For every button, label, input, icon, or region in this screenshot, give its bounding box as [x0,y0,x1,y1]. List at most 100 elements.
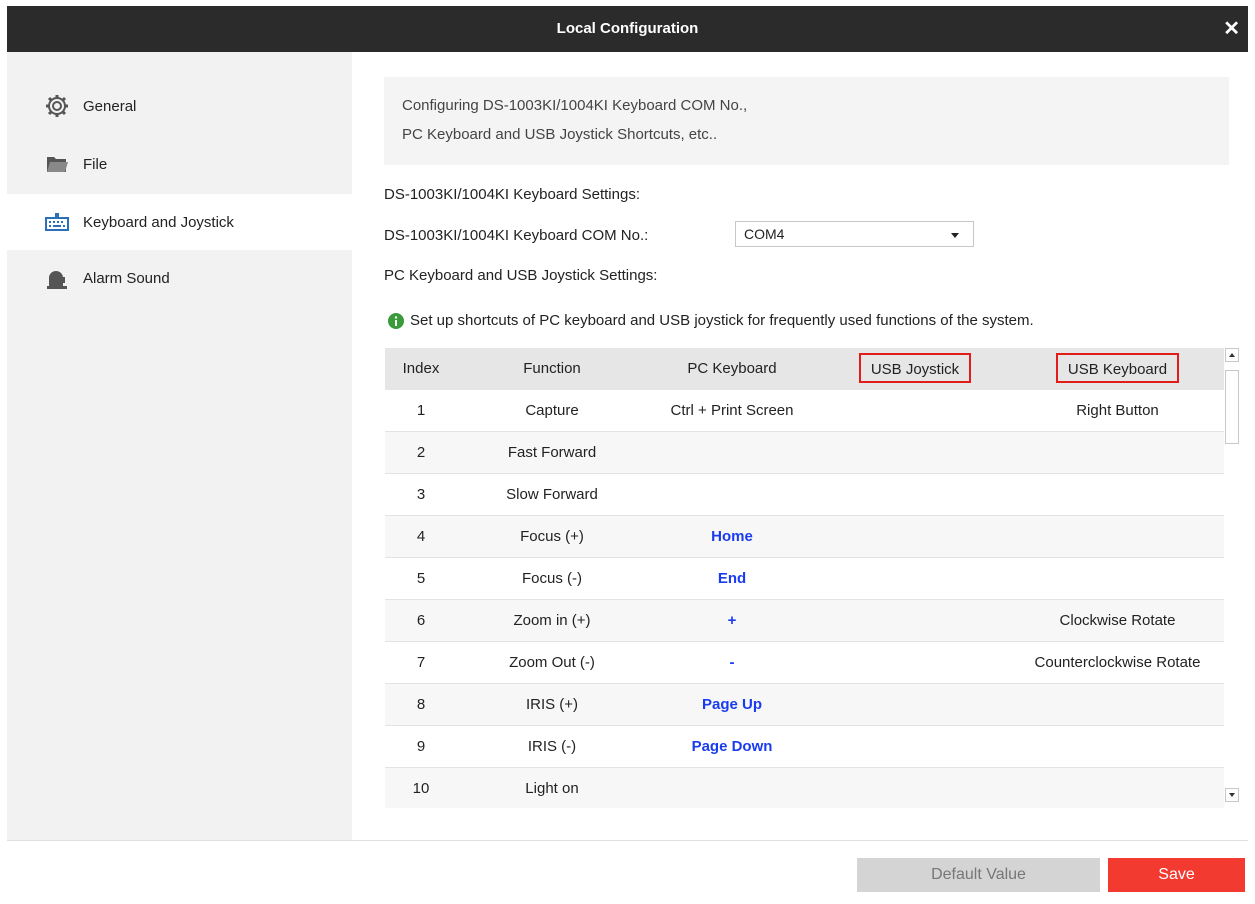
cell-usb-joystick[interactable] [840,516,990,558]
scroll-up-icon[interactable] [1225,348,1239,362]
cell-function: Slow Forward [506,486,598,503]
com-select-value: COM4 [744,226,785,242]
cell-usb-joystick[interactable] [840,558,990,600]
cell-usb-keyboard[interactable] [1010,474,1225,516]
cell-index: 7 [416,654,426,671]
table-row[interactable]: 3 Slow Forward [385,474,1225,516]
cell-pc-keyboard[interactable]: Home [647,516,817,558]
cell-usb-keyboard[interactable] [1010,516,1225,558]
column-header-label: USB Joystick [858,353,972,384]
column-header-label: USB Keyboard [1055,353,1180,384]
main-panel: Configuring DS-1003KI/1004KI Keyboard CO… [352,52,1248,840]
cell-pc-keyboard[interactable]: + [647,600,817,642]
cell-usb-joystick[interactable] [840,642,990,684]
cell-usb-keyboard[interactable]: Counterclockwise Rotate [1010,642,1225,684]
cell-usb-joystick[interactable] [840,726,990,768]
description-line: Configuring DS-1003KI/1004KI Keyboard CO… [402,97,748,114]
cell-function: Capture [525,402,579,419]
cell-usb-joystick[interactable] [840,474,990,516]
cell-usb-keyboard[interactable] [1010,768,1225,808]
table-row[interactable]: 7 Zoom Out (-) - Counterclockwise Rotate [385,642,1225,684]
cell-usb-keyboard[interactable] [1010,726,1225,768]
table-header: Index Function PC Keyboard USB Joystick … [385,348,1225,390]
sidebar-item-alarm-sound[interactable]: Alarm Sound [7,250,352,306]
table-row[interactable]: 4 Focus (+) Home [385,516,1225,558]
cell-function: Light on [525,780,579,797]
table-scrollbar[interactable] [1224,348,1240,808]
cell-usb-keyboard[interactable] [1010,432,1225,474]
com-label: DS-1003KI/1004KI Keyboard COM No.: [384,227,649,244]
description-line: PC Keyboard and USB Joystick Shortcuts, … [402,126,718,143]
cell-pc-keyboard[interactable]: End [647,558,817,600]
cell-index: 3 [416,486,426,503]
cell-function: Focus (+) [520,528,584,545]
title-bar: Local Configuration ✕ [7,6,1248,52]
column-header-usb-keyboard: USB Keyboard [1010,348,1225,390]
scroll-down-icon[interactable] [1225,788,1239,802]
default-value-button[interactable]: Default Value [857,858,1100,892]
cell-usb-keyboard[interactable]: Clockwise Rotate [1010,600,1225,642]
sidebar: General File Keyboard and Joystick Alarm… [7,52,352,840]
cell-usb-joystick[interactable] [840,390,990,432]
sidebar-item-label: File [83,155,108,173]
save-button[interactable]: Save [1108,858,1245,892]
cell-pc-keyboard[interactable] [647,432,817,474]
cell-index: 5 [416,570,426,587]
cell-pc-keyboard[interactable]: - [647,642,817,684]
shortcuts-table: Index Function PC Keyboard USB Joystick … [385,348,1225,808]
cell-function: Fast Forward [507,444,597,461]
cell-function: Zoom in (+) [513,612,591,629]
cell-pc-keyboard[interactable] [647,474,817,516]
keyboard-icon [45,213,69,231]
cell-pc-keyboard[interactable]: Ctrl + Print Screen [647,390,817,432]
sidebar-item-keyboard-and-joystick[interactable]: Keyboard and Joystick [7,194,352,250]
cell-usb-joystick[interactable] [840,432,990,474]
column-header-pc-keyboard: PC Keyboard [687,360,777,377]
cell-index: 2 [416,444,426,461]
cell-usb-keyboard[interactable]: Right Button [1010,390,1225,432]
cell-usb-joystick[interactable] [840,600,990,642]
sidebar-item-label: Alarm Sound [83,269,170,287]
cell-function: IRIS (+) [525,696,579,713]
close-icon[interactable]: ✕ [1223,6,1240,52]
cell-index: 1 [416,402,426,419]
cell-function: Focus (-) [522,570,582,587]
table-row[interactable]: 9 IRIS (-) Page Down [385,726,1225,768]
table-row[interactable]: 5 Focus (-) End [385,558,1225,600]
cell-usb-keyboard[interactable] [1010,684,1225,726]
cell-usb-joystick[interactable] [840,768,990,808]
info-icon [388,313,404,329]
description-box: Configuring DS-1003KI/1004KI Keyboard CO… [384,77,1229,165]
column-header-usb-joystick: USB Joystick [840,348,990,390]
alarm-sound-icon [47,271,67,289]
cell-index: 8 [416,696,426,713]
table-row[interactable]: 6 Zoom in (+) + Clockwise Rotate [385,600,1225,642]
scroll-thumb[interactable] [1225,370,1239,444]
pc-settings-heading: PC Keyboard and USB Joystick Settings: [384,267,658,284]
sidebar-item-label: General [83,97,137,115]
cell-function: IRIS (-) [527,738,577,755]
footer-divider [7,840,1248,841]
keyboard-settings-heading: DS-1003KI/1004KI Keyboard Settings: [384,186,640,203]
cell-index: 4 [416,528,426,545]
table-row[interactable]: 2 Fast Forward [385,432,1225,474]
cell-pc-keyboard[interactable] [647,768,817,808]
com-select[interactable]: COM4 [735,221,974,247]
table-row[interactable]: 10 Light on [385,768,1225,808]
cell-function: Zoom Out (-) [509,654,595,671]
cell-index: 6 [416,612,426,629]
column-header-function: Function [523,360,581,377]
sidebar-item-label: Keyboard and Joystick [83,213,234,231]
cell-usb-keyboard[interactable] [1010,558,1225,600]
table-row[interactable]: 8 IRIS (+) Page Up [385,684,1225,726]
sidebar-item-general[interactable]: General [7,78,352,134]
info-text: Set up shortcuts of PC keyboard and USB … [410,312,1034,329]
cell-usb-joystick[interactable] [840,684,990,726]
folder-icon [47,157,68,172]
cell-index: 10 [412,780,430,797]
sidebar-item-file[interactable]: File [7,136,352,192]
cell-pc-keyboard[interactable]: Page Down [647,726,817,768]
cell-pc-keyboard[interactable]: Page Up [647,684,817,726]
cell-index: 9 [416,738,426,755]
table-row[interactable]: 1 Capture Ctrl + Print Screen Right Button [385,390,1225,432]
